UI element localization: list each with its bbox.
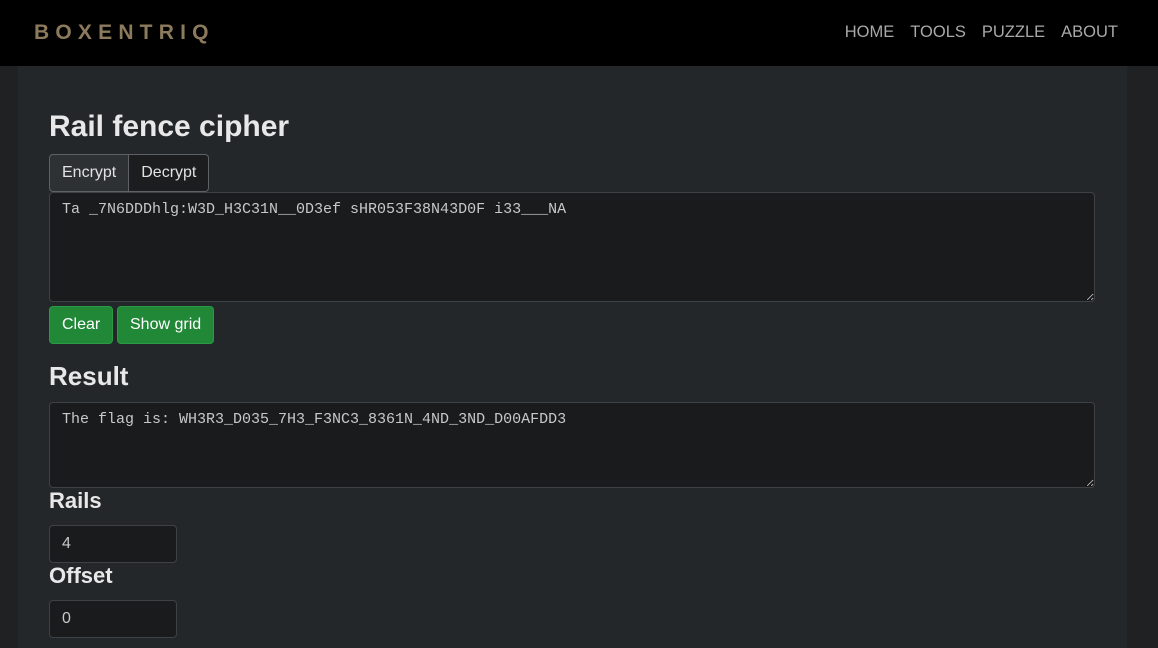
clear-button[interactable]: Clear (49, 306, 114, 344)
rails-label: Rails (49, 488, 102, 513)
cipher-input-textarea[interactable]: Ta _7N6DDDhlg:W3D_H3C31N__0D3ef sHR053F3… (49, 192, 1095, 302)
rails-input[interactable] (49, 525, 177, 563)
show-grid-button[interactable]: Show grid (117, 306, 215, 344)
page-title: Rail fence cipher (49, 110, 290, 143)
nav-puzzle-link[interactable]: PUZZLE (982, 22, 1045, 42)
site-logo[interactable]: BOXENTRIQ (34, 21, 215, 45)
nav-about-link[interactable]: ABOUT (1061, 22, 1118, 42)
top-navbar: BOXENTRIQ HOME TOOLS PUZZLE ABOUT (0, 0, 1158, 66)
nav-tools-link[interactable]: TOOLS (910, 22, 966, 42)
result-heading: Result (49, 361, 129, 391)
result-textarea[interactable]: The flag is: WH3R3_D035_7H3_F3NC3_8361N_… (49, 402, 1095, 488)
nav-menu: HOME TOOLS PUZZLE ABOUT (845, 22, 1118, 42)
mode-toggle-group: Encrypt Decrypt (49, 154, 210, 192)
offset-input[interactable] (49, 600, 177, 638)
encrypt-button[interactable]: Encrypt (49, 154, 130, 192)
offset-label: Offset (49, 563, 113, 588)
decrypt-button[interactable]: Decrypt (129, 154, 210, 192)
nav-home-link[interactable]: HOME (845, 22, 895, 42)
